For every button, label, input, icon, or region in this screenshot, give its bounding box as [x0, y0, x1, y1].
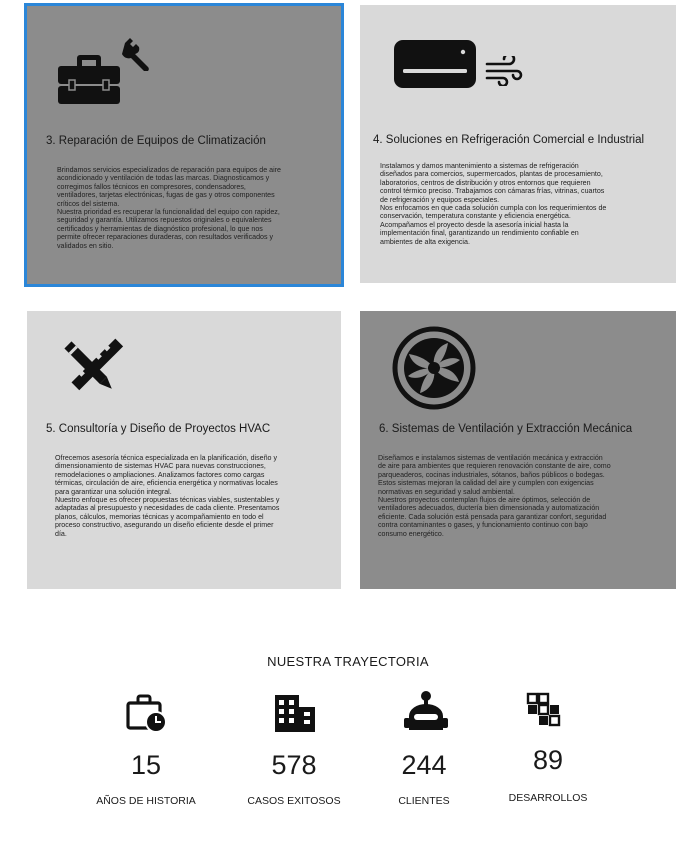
- service-card-repair[interactable]: 3. Reparación de Equipos de Climatizació…: [24, 3, 344, 287]
- card-title: 3. Reparación de Equipos de Climatizació…: [46, 135, 266, 147]
- stat-label: CLIENTES: [398, 795, 450, 807]
- stat-developments: 89 DESARROLLOS: [490, 690, 606, 810]
- service-card-ventilation[interactable]: 6. Sistemas de Ventilación y Extracción …: [360, 311, 676, 589]
- service-card-hvac-consulting[interactable]: 5. Consultoría y Diseño de Proyectos HVA…: [27, 311, 341, 589]
- stat-value: 89: [532, 745, 564, 775]
- toolbox-icon: [57, 52, 121, 111]
- service-card-refrigeration[interactable]: 4. Soluciones en Refrigeración Comercial…: [360, 5, 676, 283]
- air-conditioner-icon: [393, 39, 477, 94]
- wind-icon: [485, 52, 523, 91]
- stat-years: 15 AÑOS DE HISTORIA: [86, 690, 206, 810]
- card-title: 4. Soluciones en Refrigeración Comercial…: [373, 134, 645, 146]
- card-body: Ofrecemos asesoría técnica especializada…: [55, 454, 280, 538]
- fan-icon: [392, 326, 476, 415]
- stat-clients: 244 CLIENTES: [368, 690, 480, 810]
- stat-cases: 578 CASOS EXITOSOS: [234, 690, 354, 810]
- trajectory-title: NUESTRA TRAYECTORIA: [267, 654, 429, 669]
- card-title: 6. Sistemas de Ventilación y Extracción …: [379, 423, 633, 435]
- card-body: Diseñamos e instalamos sistemas de venti…: [378, 454, 611, 538]
- design-tools-icon: [59, 337, 125, 406]
- stat-label: DESARROLLOS: [508, 792, 588, 804]
- stat-value: 15: [130, 750, 162, 780]
- briefcase-clock-icon: [126, 694, 168, 739]
- card-title: 5. Consultoría y Diseño de Proyectos HVA…: [46, 423, 271, 435]
- robot-icon: [404, 690, 448, 737]
- stat-label: CASOS EXITOSOS: [247, 795, 341, 807]
- buildings-icon: [274, 694, 316, 739]
- stat-label: AÑOS DE HISTORIA: [96, 795, 196, 807]
- stat-value: 244: [401, 750, 447, 780]
- wrench-icon: [121, 35, 157, 76]
- card-body: Brindamos servicios especializados de re…: [57, 166, 281, 250]
- stat-value: 578: [271, 750, 317, 780]
- blocks-icon: [526, 692, 564, 735]
- card-body: Instalamos y damos mantenimiento a siste…: [380, 162, 607, 246]
